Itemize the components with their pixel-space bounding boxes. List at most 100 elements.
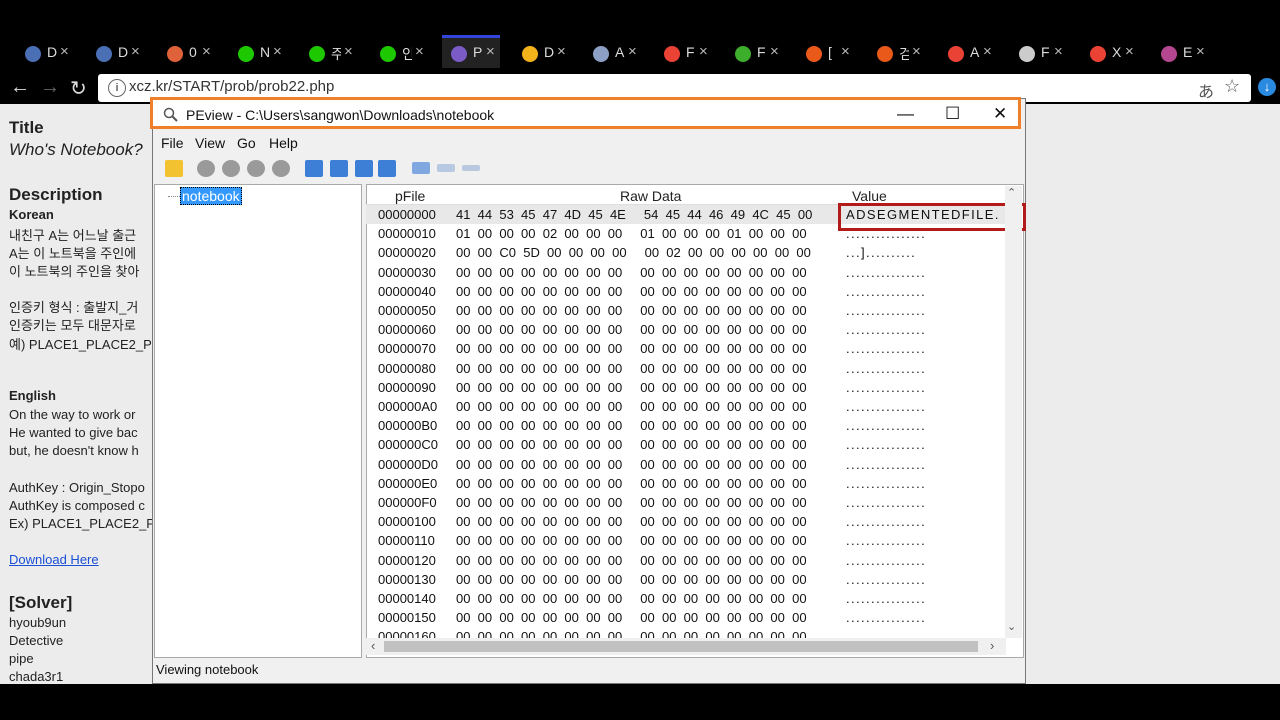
view-down-icon[interactable]	[305, 160, 323, 177]
scroll-down-icon[interactable]: ⌄	[1007, 620, 1016, 633]
browser-tab[interactable]: F ×	[1010, 38, 1068, 68]
solver-name: hyoub9un	[9, 615, 67, 630]
hex-row[interactable]: 00000050 00 00 00 00 00 00 00 00 00 00 00…	[366, 301, 1006, 320]
translate-icon[interactable]: あ	[1198, 78, 1214, 102]
close-icon[interactable]: ✕	[993, 104, 1007, 124]
peview-titlebar[interactable]: PEview - C:\Users\sangwon\Downloads\note…	[150, 97, 1021, 129]
tab-close-icon[interactable]: ×	[557, 43, 566, 60]
download-link[interactable]: Download Here	[9, 552, 99, 567]
row-offset: 00000080	[378, 360, 436, 376]
browser-tab[interactable]: A ×	[939, 38, 997, 68]
hex-row[interactable]: 000000E0 00 00 00 00 00 00 00 00 00 00 00…	[366, 474, 1006, 493]
hex-row[interactable]: 00000080 00 00 00 00 00 00 00 00 00 00 00…	[366, 359, 1006, 378]
info-icon[interactable]: i	[108, 79, 126, 97]
hex-row[interactable]: 000000D0 00 00 00 00 00 00 00 00 00 00 00…	[366, 455, 1006, 474]
tab-close-icon[interactable]: ×	[699, 43, 708, 60]
tab-close-icon[interactable]: ×	[273, 43, 282, 60]
browser-tab[interactable]: E ×	[1152, 38, 1210, 68]
browser-tab[interactable]: 검 ×	[868, 38, 926, 68]
scroll-up-icon[interactable]: ⌃	[1007, 186, 1016, 199]
hex-row[interactable]: 000000C0 00 00 00 00 00 00 00 00 00 00 00…	[366, 435, 1006, 454]
horizontal-scroll-thumb[interactable]	[384, 641, 978, 652]
browser-tab[interactable]: 인 ×	[371, 38, 429, 68]
back-arrow-icon[interactable]: ←	[10, 76, 30, 99]
hex-row[interactable]: 00000140 00 00 00 00 00 00 00 00 00 00 00…	[366, 589, 1006, 608]
tab-close-icon[interactable]: ×	[628, 43, 637, 60]
tab-close-icon[interactable]: ×	[1125, 43, 1134, 60]
view-down2-icon[interactable]	[355, 160, 373, 177]
tab-close-icon[interactable]: ×	[60, 43, 69, 60]
hex-row[interactable]: 00000020 00 00 C0 5D 00 00 00 00 00 02 00…	[366, 243, 1006, 262]
download-icon[interactable]: ↓	[1258, 78, 1276, 96]
browser-tab[interactable]: X ×	[1081, 38, 1139, 68]
tab-title: N	[260, 44, 270, 60]
hex-row[interactable]: 00000030 00 00 00 00 00 00 00 00 00 00 00…	[366, 263, 1006, 282]
view-list-icon[interactable]	[330, 160, 348, 177]
hex-row[interactable]: 00000100 00 00 00 00 00 00 00 00 00 00 00…	[366, 512, 1006, 531]
tree-node-notebook[interactable]: notebook	[180, 187, 242, 205]
browser-tab[interactable]: D ×	[513, 38, 571, 68]
column-raw-data: Raw Data	[620, 188, 682, 204]
hex-row[interactable]: 000000B0 00 00 00 00 00 00 00 00 00 00 00…	[366, 416, 1006, 435]
reload-icon[interactable]: ↻	[70, 76, 87, 101]
forward-icon[interactable]	[272, 160, 290, 177]
hex-row[interactable]: 00000040 00 00 00 00 00 00 00 00 00 00 00…	[366, 282, 1006, 301]
hex-row[interactable]: 00000070 00 00 00 00 00 00 00 00 00 00 00…	[366, 339, 1006, 358]
hex-row[interactable]: 000000F0 00 00 00 00 00 00 00 00 00 00 00…	[366, 493, 1006, 512]
browser-tab[interactable]: 0 ×	[158, 38, 216, 68]
hex-row[interactable]: 00000060 00 00 00 00 00 00 00 00 00 00 00…	[366, 320, 1006, 339]
tab-close-icon[interactable]: ×	[841, 43, 850, 60]
browser-tab[interactable]: F ×	[655, 38, 713, 68]
menu-view[interactable]: View	[195, 135, 225, 151]
hex-view-icon[interactable]	[412, 162, 430, 174]
tab-close-icon[interactable]: ×	[912, 43, 921, 60]
tab-title: 0	[189, 44, 197, 60]
hex-row[interactable]: 00000110 00 00 00 00 00 00 00 00 00 00 00…	[366, 531, 1006, 550]
hex-row[interactable]: 00000150 00 00 00 00 00 00 00 00 00 00 00…	[366, 608, 1006, 627]
tab-title: F	[757, 44, 766, 60]
browser-tab[interactable]: 주 ×	[300, 38, 358, 68]
tab-close-icon[interactable]: ×	[202, 43, 211, 60]
open-folder-icon[interactable]	[165, 160, 183, 177]
tab-close-icon[interactable]: ×	[131, 43, 140, 60]
view-down3-icon[interactable]	[378, 160, 396, 177]
hex-row[interactable]: 00000090 00 00 00 00 00 00 00 00 00 00 00…	[366, 378, 1006, 397]
korean-line: 이 노트북의 주인을 찾아	[9, 264, 140, 279]
hex-row[interactable]: 00000120 00 00 00 00 00 00 00 00 00 00 00…	[366, 551, 1006, 570]
tab-close-icon[interactable]: ×	[486, 43, 495, 60]
forward-arrow-icon[interactable]: →	[40, 76, 60, 99]
hex-row[interactable]: 000000A0 00 00 00 00 00 00 00 00 00 00 00…	[366, 397, 1006, 416]
scroll-left-icon[interactable]: ‹	[371, 638, 375, 653]
browser-tab[interactable]: [×	[797, 38, 855, 68]
word-view-icon[interactable]	[437, 164, 455, 172]
menu-file[interactable]: File	[161, 135, 184, 151]
tab-close-icon[interactable]: ×	[415, 43, 424, 60]
tab-close-icon[interactable]: ×	[983, 43, 992, 60]
tab-close-icon[interactable]: ×	[344, 43, 353, 60]
menu-go[interactable]: Go	[237, 135, 256, 151]
browser-tab[interactable]: N ×	[229, 38, 287, 68]
scroll-right-icon[interactable]: ›	[990, 638, 994, 653]
browser-tab[interactable]: D ×	[16, 38, 74, 68]
browser-tab[interactable]: P ×	[442, 35, 500, 68]
minimize-icon[interactable]: —	[897, 104, 914, 124]
row-value: ...]..........	[846, 245, 917, 261]
dword-view-icon[interactable]	[462, 165, 480, 171]
tab-close-icon[interactable]: ×	[1196, 43, 1205, 60]
favicon-icon	[238, 46, 254, 62]
menu-help[interactable]: Help	[269, 135, 298, 151]
row-raw-data: 00 00 00 00 00 00 00 00 00 00 00 00 00 0…	[456, 303, 807, 318]
row-value: ................	[846, 303, 927, 318]
browser-tab[interactable]: F ×	[726, 38, 784, 68]
browser-tab[interactable]: D ×	[87, 38, 145, 68]
hex-row[interactable]: 00000130 00 00 00 00 00 00 00 00 00 00 00…	[366, 570, 1006, 589]
vertical-scrollbar[interactable]	[1005, 186, 1022, 638]
maximize-icon[interactable]: ☐	[945, 104, 960, 124]
tab-close-icon[interactable]: ×	[770, 43, 779, 60]
browser-tab[interactable]: A ×	[584, 38, 642, 68]
star-icon[interactable]: ☆	[1224, 76, 1240, 97]
down-arrow-icon[interactable]	[222, 160, 240, 177]
up-arrow-icon[interactable]	[197, 160, 215, 177]
tab-close-icon[interactable]: ×	[1054, 43, 1063, 60]
back-icon[interactable]	[247, 160, 265, 177]
